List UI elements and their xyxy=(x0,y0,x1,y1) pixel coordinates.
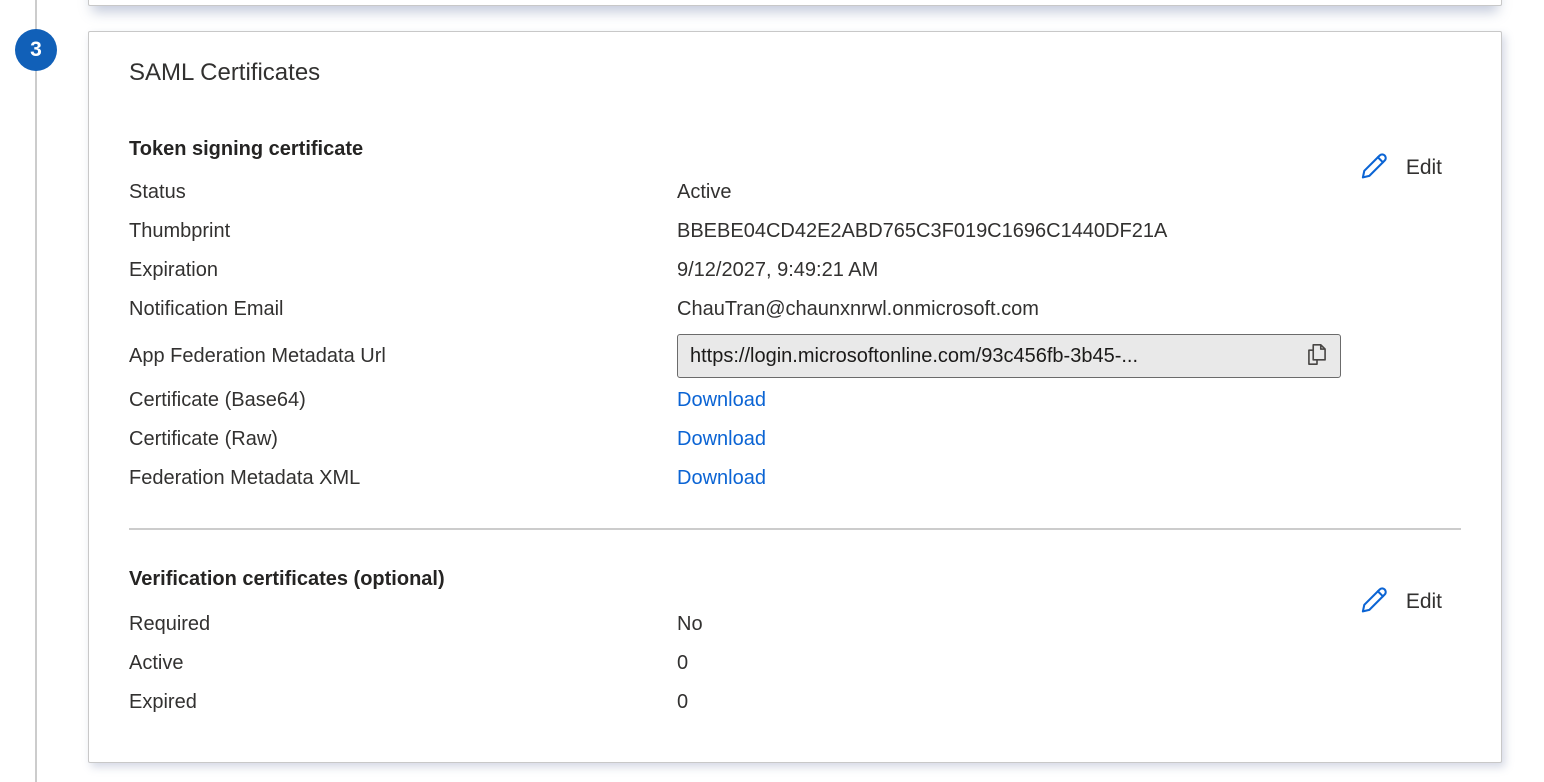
copy-icon xyxy=(1304,341,1330,372)
section-divider xyxy=(129,528,1461,530)
status-row: Status Active xyxy=(129,173,1461,212)
metadata-url-text: https://login.microsoftonline.com/93c456… xyxy=(690,345,1300,368)
edit-button-label: Edit xyxy=(1406,590,1442,614)
row-label: Notification Email xyxy=(129,298,677,321)
download-federation-metadata-xml-link[interactable]: Download xyxy=(677,467,766,490)
row-label: Expired xyxy=(129,691,677,714)
required-value: No xyxy=(677,613,703,636)
step-number: 3 xyxy=(30,38,42,62)
card-title: SAML Certificates xyxy=(129,59,1461,86)
active-count-value: 0 xyxy=(677,652,688,675)
app-federation-metadata-url-row: App Federation Metadata Url https://logi… xyxy=(129,333,1461,379)
edit-verification-button[interactable]: Edit xyxy=(1355,581,1446,622)
saml-certificates-card-body: SAML Certificates Token signing certific… xyxy=(89,32,1501,762)
federation-metadata-xml-row: Federation Metadata XML Download xyxy=(129,459,1461,498)
previous-card-edge xyxy=(88,0,1502,6)
token-signing-heading: Token signing certificate xyxy=(129,136,1461,162)
step-badge: 3 xyxy=(15,29,57,71)
required-row: Required No xyxy=(129,605,1461,644)
verification-rows: Required No Active 0 Expired 0 xyxy=(129,605,1461,722)
metadata-url-field[interactable]: https://login.microsoftonline.com/93c456… xyxy=(677,334,1341,378)
row-label: Certificate (Base64) xyxy=(129,389,677,412)
notification-email-row: Notification Email ChauTran@chaunxnrwl.o… xyxy=(129,290,1461,329)
expired-count-row: Expired 0 xyxy=(129,683,1461,722)
certificate-raw-row: Certificate (Raw) Download xyxy=(129,420,1461,459)
row-label: Certificate (Raw) xyxy=(129,428,677,451)
row-label: Thumbprint xyxy=(129,220,677,243)
notification-email-value: ChauTran@chaunxnrwl.onmicrosoft.com xyxy=(677,298,1039,321)
expired-count-value: 0 xyxy=(677,691,688,714)
pencil-icon xyxy=(1359,583,1390,620)
row-label: Federation Metadata XML xyxy=(129,467,677,490)
saml-certificates-card: SAML Certificates Token signing certific… xyxy=(88,31,1502,763)
status-value: Active xyxy=(677,181,731,204)
certificate-download-rows: Certificate (Base64) Download Certificat… xyxy=(129,381,1461,498)
active-count-row: Active 0 xyxy=(129,644,1461,683)
download-certificate-base64-link[interactable]: Download xyxy=(677,389,766,412)
row-label: Expiration xyxy=(129,259,677,282)
edit-button-label: Edit xyxy=(1406,156,1442,180)
row-label: App Federation Metadata Url xyxy=(129,345,677,368)
row-label: Required xyxy=(129,613,677,636)
token-signing-rows: Status Active Thumbprint BBEBE04CD42E2AB… xyxy=(129,173,1461,329)
expiration-row: Expiration 9/12/2027, 9:49:21 AM xyxy=(129,251,1461,290)
pencil-icon xyxy=(1359,149,1390,186)
download-certificate-raw-link[interactable]: Download xyxy=(677,428,766,451)
step-connector-line xyxy=(35,0,37,782)
row-label: Status xyxy=(129,181,677,204)
copy-metadata-url-button[interactable] xyxy=(1300,338,1334,374)
expiration-value: 9/12/2027, 9:49:21 AM xyxy=(677,259,878,282)
certificate-base64-row: Certificate (Base64) Download xyxy=(129,381,1461,420)
verification-certificates-heading: Verification certificates (optional) xyxy=(129,566,1461,592)
row-label: Active xyxy=(129,652,677,675)
thumbprint-row: Thumbprint BBEBE04CD42E2ABD765C3F019C169… xyxy=(129,212,1461,251)
edit-token-signing-button[interactable]: Edit xyxy=(1355,147,1446,188)
thumbprint-value: BBEBE04CD42E2ABD765C3F019C1696C1440DF21A xyxy=(677,220,1167,243)
